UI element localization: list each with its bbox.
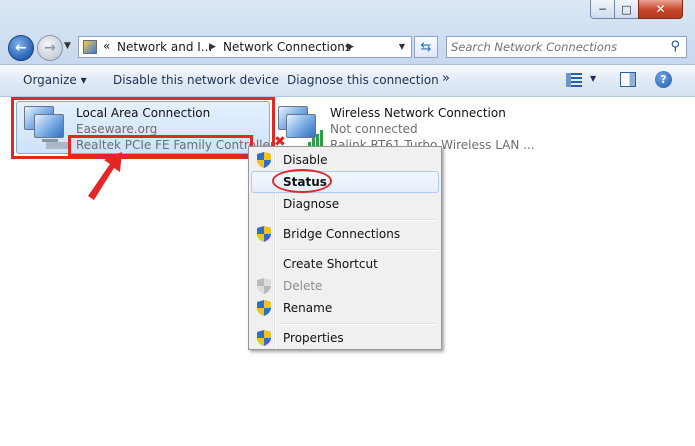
diagnose-connection-button[interactable]: Diagnose this connection	[287, 73, 439, 87]
connection-network: Not connected	[330, 122, 418, 136]
breadcrumb-network-connections[interactable]: Network Connections	[223, 40, 351, 54]
view-options-icon[interactable]	[566, 73, 582, 87]
refresh-icon[interactable]: ⇆	[414, 36, 438, 58]
menu-item-label: Rename	[283, 301, 333, 315]
uac-shield-icon	[257, 300, 271, 316]
menu-item-label: Disable	[283, 153, 328, 167]
breadcrumb-separator-icon[interactable]: ▶	[347, 42, 354, 52]
recent-pages-dropdown[interactable]: ▼	[64, 41, 71, 51]
search-icon[interactable]: ⚲	[670, 39, 680, 54]
menu-item-label: Diagnose	[283, 197, 340, 211]
menu-item-create-shortcut[interactable]: Create Shortcut	[251, 253, 439, 275]
uac-shield-icon	[257, 278, 271, 294]
menu-item-label: Bridge Connections	[283, 227, 401, 241]
forward-arrow-icon[interactable]: →	[37, 35, 63, 61]
help-icon[interactable]: ?	[655, 71, 672, 88]
breadcrumb-separator-icon[interactable]: ▶	[209, 42, 216, 52]
close-button[interactable]: ✕	[638, 0, 683, 19]
menu-item-delete[interactable]: Delete	[251, 275, 439, 297]
menu-item-diagnose[interactable]: Diagnose	[251, 193, 439, 215]
menu-item-label: Delete	[283, 279, 323, 293]
menu-item-label: Create Shortcut	[283, 257, 378, 271]
preview-pane-icon[interactable]	[620, 72, 636, 87]
address-bar[interactable]: « Network and I... ▶ Network Connections…	[78, 36, 412, 58]
menu-separator	[279, 219, 437, 221]
menu-item-disable[interactable]: Disable	[251, 149, 439, 171]
uac-shield-icon	[257, 152, 271, 168]
breadcrumb-network-and-internet[interactable]: Network and I...	[117, 40, 212, 54]
more-commands-button[interactable]: »	[442, 71, 450, 86]
uac-shield-icon	[257, 226, 271, 242]
uac-shield-icon	[257, 330, 271, 346]
window-chrome: ─ □ ✕ ← → ▼ « Network and I... ▶ Network…	[0, 0, 695, 65]
search-box[interactable]: ⚲	[446, 36, 687, 58]
annotation-arrow-icon	[88, 152, 122, 200]
wireless-adapter-icon: ✖	[274, 104, 324, 150]
menu-item-label: Properties	[283, 331, 344, 345]
menu-separator	[279, 249, 437, 251]
command-bar: Organize ▾ Disable this network device D…	[0, 65, 695, 97]
minimize-button[interactable]: ─	[590, 0, 615, 19]
search-input[interactable]	[451, 39, 656, 55]
breadcrumb-overflow[interactable]: «	[103, 39, 110, 53]
connection-name[interactable]: Wireless Network Connection	[330, 106, 506, 120]
organize-button[interactable]: Organize ▾	[23, 73, 87, 87]
menu-item-bridge-connections[interactable]: Bridge Connections	[251, 223, 439, 245]
back-arrow-icon[interactable]: ←	[8, 35, 34, 61]
address-history-dropdown[interactable]: ▼	[399, 42, 405, 51]
menu-separator	[279, 323, 437, 325]
view-options-dropdown[interactable]: ▼	[590, 74, 596, 83]
menu-item-rename[interactable]: Rename	[251, 297, 439, 319]
menu-item-properties[interactable]: Properties	[251, 327, 439, 349]
maximize-button[interactable]: □	[614, 0, 639, 19]
annotation-circle-status	[272, 169, 332, 193]
network-folder-icon	[83, 40, 97, 54]
disable-device-button[interactable]: Disable this network device	[113, 73, 279, 87]
